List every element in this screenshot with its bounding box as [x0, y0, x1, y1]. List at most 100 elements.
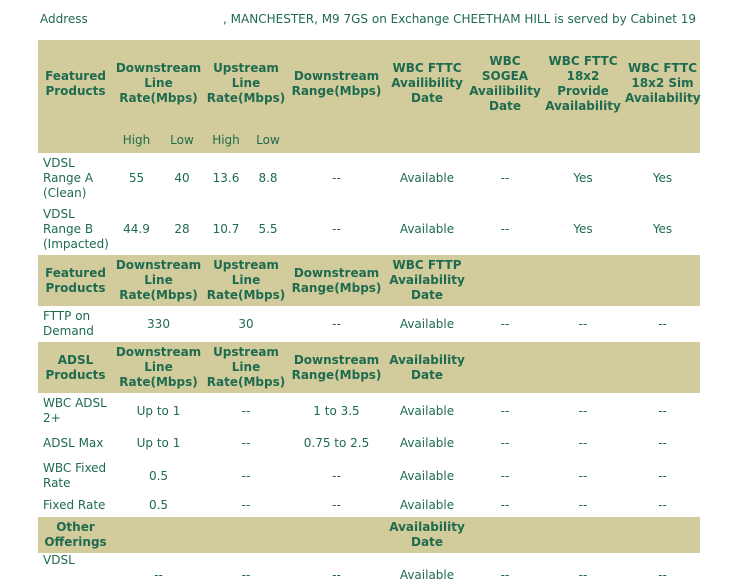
extra-col: -- [625, 553, 700, 583]
up-low-header: Low [248, 127, 288, 153]
extra-col: -- [541, 494, 625, 517]
down-high: 55 [113, 153, 160, 204]
down-high-header: High [113, 127, 160, 153]
sim: Yes [625, 153, 700, 204]
availability: Available [385, 204, 469, 255]
table-row: VDSL Range B (Impacted) 44.9 28 10.7 5.5… [38, 204, 700, 255]
extra-col: -- [625, 458, 700, 494]
header-blank [469, 517, 541, 553]
fttc-provide-header: WBC FTTC 18x2 Provide Availability [541, 40, 625, 127]
other-availability-header: Availability Date [385, 517, 469, 553]
header-blank [469, 255, 541, 306]
fttp-downstream-header: Downstream Line Rate(Mbps) [113, 255, 204, 306]
extra-col: -- [469, 458, 541, 494]
down-low-header: Low [160, 127, 204, 153]
fttc-upstream-header: Upstream Line Rate(Mbps) [204, 40, 288, 127]
up-rate: -- [204, 494, 288, 517]
adsl-products-header: ADSL Products [38, 342, 113, 393]
range: -- [288, 458, 385, 494]
availability: Available [385, 393, 469, 429]
table-row: WBC Fixed Rate 0.5 -- -- Available -- --… [38, 458, 700, 494]
extra-col: -- [541, 429, 625, 458]
fttc-header-row: Featured Products Downstream Line Rate(M… [38, 40, 701, 127]
down-high: 44.9 [113, 204, 160, 255]
availability: Available [385, 494, 469, 517]
up-high: 13.6 [204, 153, 248, 204]
header-blank [113, 517, 204, 553]
table-row: ADSL Max Up to 1 -- 0.75 to 2.5 Availabl… [38, 429, 700, 458]
extra-col: -- [625, 429, 700, 458]
subheader-blank [385, 127, 469, 153]
fttc-sim-header: WBC FTTC 18x2 Sim Availability [625, 40, 701, 127]
range: -- [288, 204, 385, 255]
product-name: WBC ADSL 2+ [38, 393, 113, 429]
provide: Yes [541, 153, 625, 204]
up-high-header: High [204, 127, 248, 153]
adsl-downstream-header: Downstream Line Rate(Mbps) [113, 342, 204, 393]
header-blank [469, 342, 541, 393]
extra-col: -- [541, 553, 625, 583]
range: 0.75 to 2.5 [288, 429, 385, 458]
fttp-range-header: Downstream Range(Mbps) [288, 255, 385, 306]
address-label: Address [40, 12, 88, 26]
header-blank [288, 517, 385, 553]
extra-col: -- [541, 306, 625, 342]
sogea: -- [469, 153, 541, 204]
range: -- [288, 153, 385, 204]
product-name: VDSL [38, 553, 113, 583]
availability: Available [385, 429, 469, 458]
header-blank [625, 517, 700, 553]
header-blank [625, 255, 700, 306]
availability: Available [385, 458, 469, 494]
subheader-blank [541, 127, 625, 153]
range: -- [288, 553, 385, 583]
fttp-header-row: Featured Products Downstream Line Rate(M… [38, 255, 700, 306]
provide: Yes [541, 204, 625, 255]
other-offerings-header: Other Offerings [38, 517, 113, 553]
extra-col: -- [469, 393, 541, 429]
fttc-downstream-header: Downstream Line Rate(Mbps) [113, 40, 204, 127]
product-name: WBC Fixed Rate [38, 458, 113, 494]
extra-col: -- [469, 553, 541, 583]
availability: Available [385, 553, 469, 583]
up-rate: 30 [204, 306, 288, 342]
extra-col: -- [625, 494, 700, 517]
extra-col: -- [469, 494, 541, 517]
extra-col: -- [625, 306, 700, 342]
down-rate: -- [113, 553, 204, 583]
header-blank [541, 517, 625, 553]
other-header-row: Other Offerings Availability Date [38, 517, 700, 553]
fttc-sogea-header: WBC SOGEA Availibility Date [469, 40, 541, 127]
adsl-upstream-header: Upstream Line Rate(Mbps) [204, 342, 288, 393]
availability: Available [385, 306, 469, 342]
down-rate: Up to 1 [113, 429, 204, 458]
subheader-blank [288, 127, 385, 153]
adsl-availability-header: Availability Date [385, 342, 469, 393]
extra-col: -- [541, 458, 625, 494]
extra-col: -- [625, 393, 700, 429]
fttc-availability-header: WBC FTTC Availibility Date [385, 40, 469, 127]
up-rate: -- [204, 429, 288, 458]
table-row: FTTP on Demand 330 30 -- Available -- --… [38, 306, 700, 342]
product-name: FTTP on Demand [38, 306, 113, 342]
up-low: 8.8 [248, 153, 288, 204]
subheader-blank [38, 127, 113, 153]
fttp-upstream-header: Upstream Line Rate(Mbps) [204, 255, 288, 306]
fttc-subheader-row: High Low High Low [38, 127, 700, 153]
fttp-availability-header: WBC FTTP Availability Date [385, 255, 469, 306]
extra-col: -- [469, 429, 541, 458]
header-blank [541, 342, 625, 393]
subheader-blank [469, 127, 541, 153]
up-rate: -- [204, 458, 288, 494]
extra-col: -- [469, 306, 541, 342]
fttc-range-header: Downstream Range(Mbps) [288, 40, 385, 127]
range: -- [288, 494, 385, 517]
product-name: Fixed Rate [38, 494, 113, 517]
up-high: 10.7 [204, 204, 248, 255]
down-rate: Up to 1 [113, 393, 204, 429]
down-low: 28 [160, 204, 204, 255]
availability-table: Featured Products Downstream Line Rate(M… [38, 40, 701, 583]
sim: Yes [625, 204, 700, 255]
adsl-range-header: Downstream Range(Mbps) [288, 342, 385, 393]
up-low: 5.5 [248, 204, 288, 255]
